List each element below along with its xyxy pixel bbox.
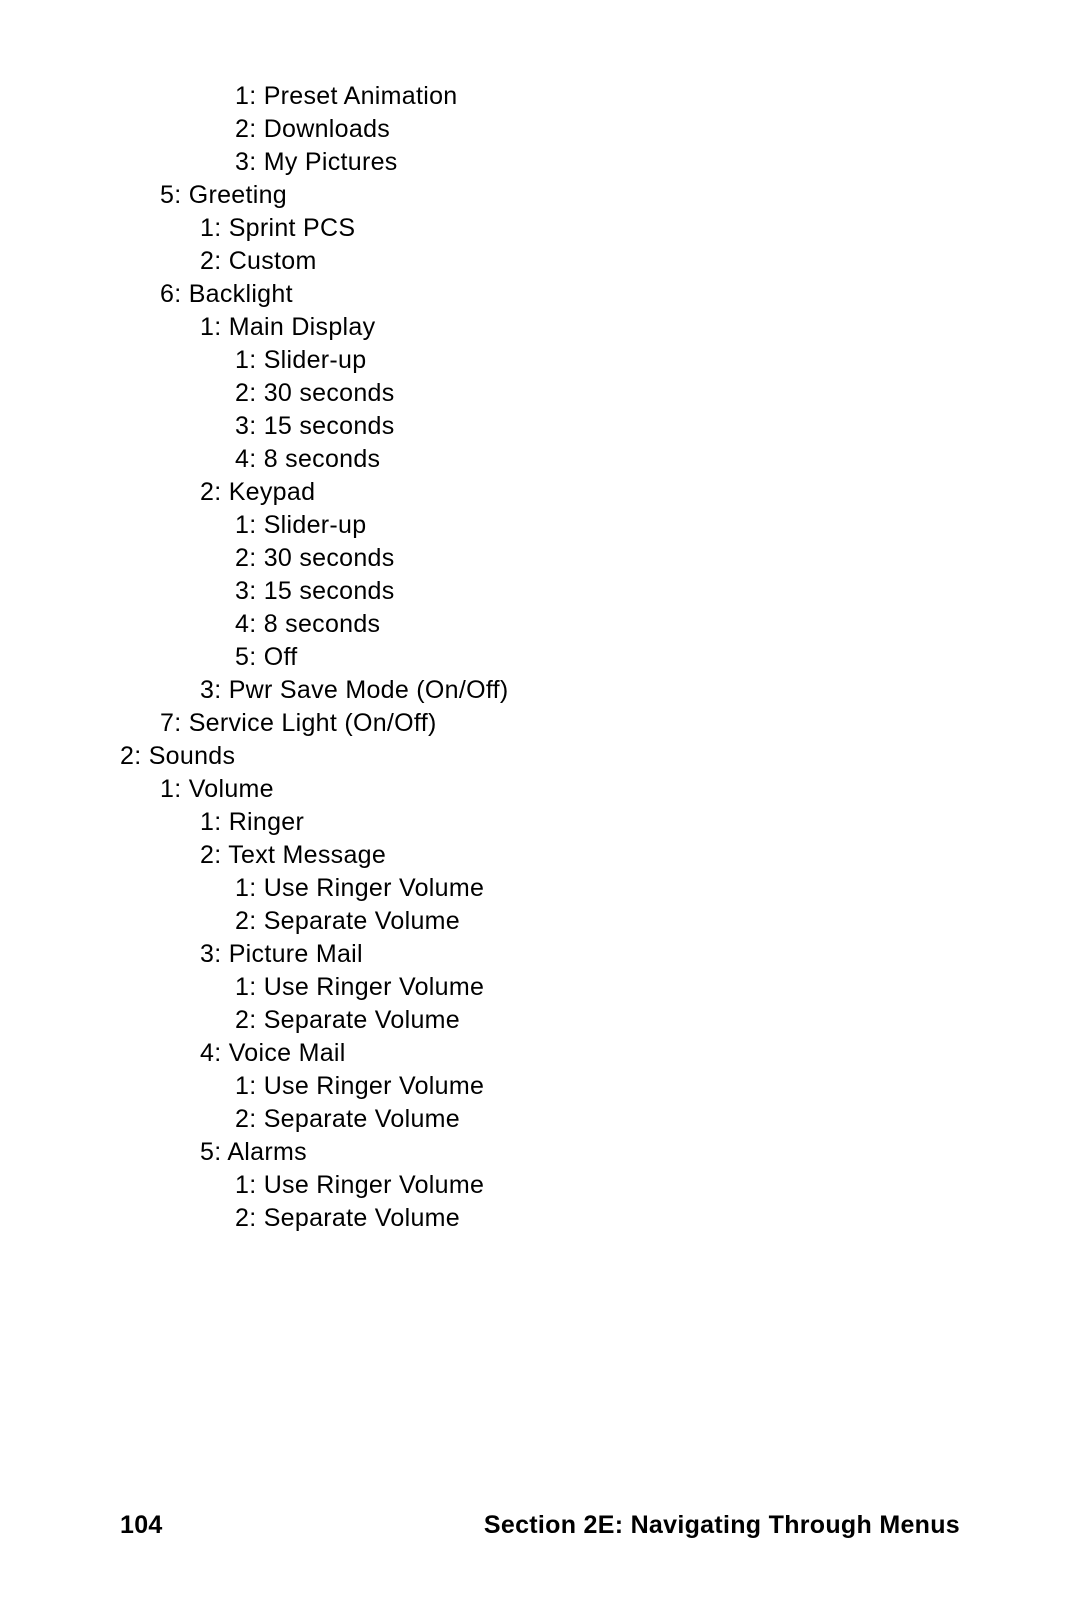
menu-item: 2: 30 seconds: [235, 377, 960, 410]
menu-item: 1: Use Ringer Volume: [235, 971, 960, 1004]
menu-item: 1: Ringer: [200, 806, 960, 839]
menu-item: 2: Separate Volume: [235, 1004, 960, 1037]
menu-item: 2: Downloads: [235, 113, 960, 146]
menu-item: 1: Volume: [160, 773, 960, 806]
section-title: Section 2E: Navigating Through Menus: [484, 1511, 960, 1540]
menu-item: 2: Custom: [200, 245, 960, 278]
menu-item: 1: Use Ringer Volume: [235, 1070, 960, 1103]
menu-item: 3: My Pictures: [235, 146, 960, 179]
menu-item: 1: Slider-up: [235, 344, 960, 377]
menu-content: 1: Preset Animation 2: Downloads 3: My P…: [120, 80, 960, 1235]
menu-item: 6: Backlight: [160, 278, 960, 311]
menu-item: 2: 30 seconds: [235, 542, 960, 575]
menu-item: 2: Separate Volume: [235, 905, 960, 938]
menu-item: 2: Separate Volume: [235, 1103, 960, 1136]
menu-item: 4: 8 seconds: [235, 608, 960, 641]
menu-item: 1: Sprint PCS: [200, 212, 960, 245]
menu-item: 4: Voice Mail: [200, 1037, 960, 1070]
menu-item: 5: Off: [235, 641, 960, 674]
menu-item: 3: 15 seconds: [235, 410, 960, 443]
menu-item: 3: Picture Mail: [200, 938, 960, 971]
menu-item: 2: Separate Volume: [235, 1202, 960, 1235]
menu-item: 5: Greeting: [160, 179, 960, 212]
menu-item: 1: Slider-up: [235, 509, 960, 542]
menu-item: 7: Service Light (On/Off): [160, 707, 960, 740]
menu-item: 3: 15 seconds: [235, 575, 960, 608]
menu-item: 1: Use Ringer Volume: [235, 1169, 960, 1202]
menu-item: 3: Pwr Save Mode (On/Off): [200, 674, 960, 707]
menu-item: 1: Preset Animation: [235, 80, 960, 113]
menu-item: 2: Keypad: [200, 476, 960, 509]
menu-item: 4: 8 seconds: [235, 443, 960, 476]
menu-item: 2: Text Message: [200, 839, 960, 872]
menu-item: 2: Sounds: [120, 740, 960, 773]
page-footer: 104 Section 2E: Navigating Through Menus: [120, 1511, 960, 1540]
menu-item: 1: Use Ringer Volume: [235, 872, 960, 905]
page-number: 104: [120, 1511, 163, 1540]
menu-item: 1: Main Display: [200, 311, 960, 344]
menu-item: 5: Alarms: [200, 1136, 960, 1169]
